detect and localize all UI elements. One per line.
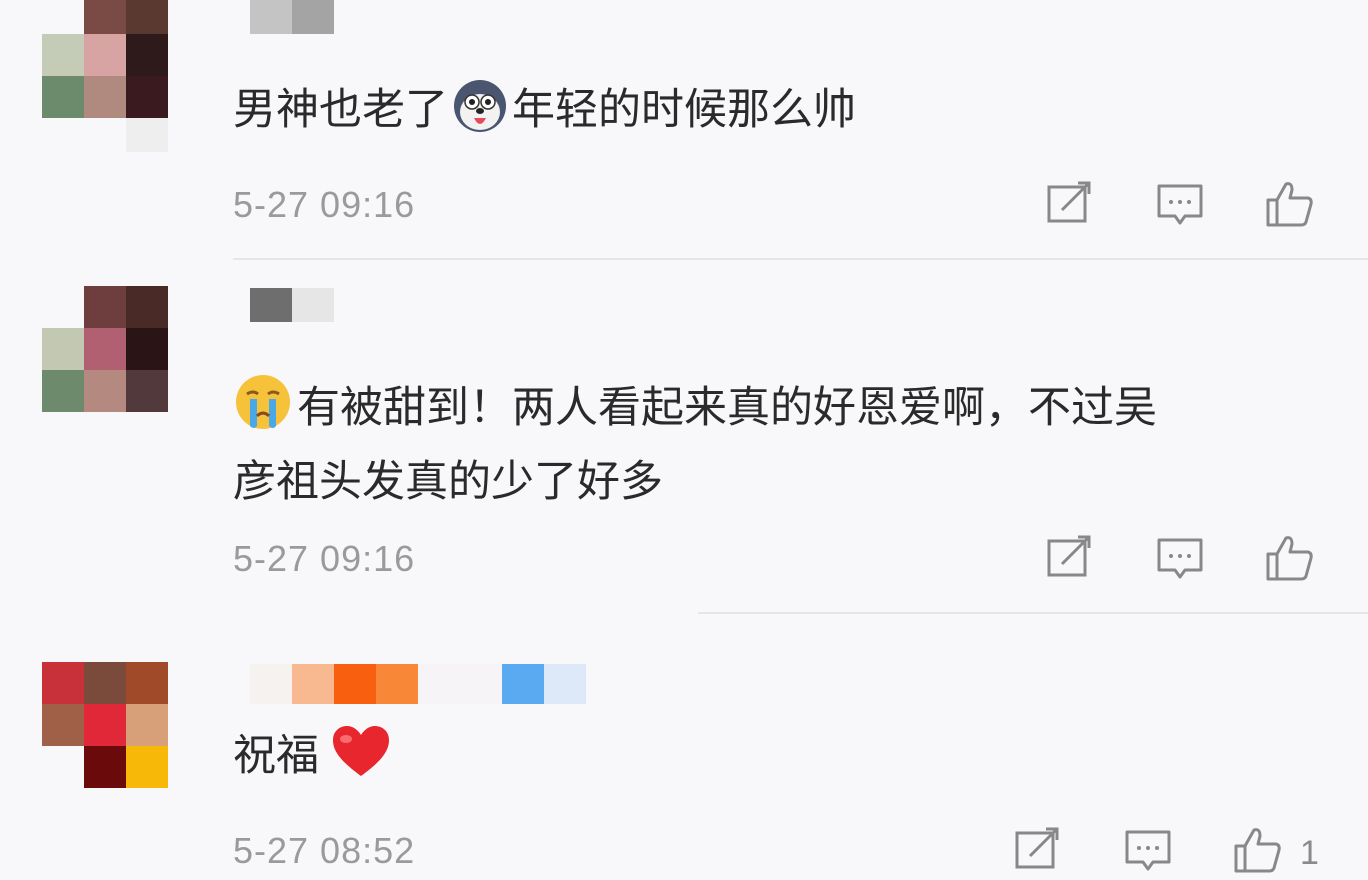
like-count: 1: [1300, 834, 1319, 872]
share-icon: [1047, 181, 1091, 223]
husky-emoji-icon: [452, 78, 508, 152]
comment-icon: [1125, 830, 1171, 871]
share-button[interactable]: [1012, 824, 1064, 876]
divider: [233, 258, 1368, 260]
comment-item: 祝福 5-27 08:52 1: [0, 660, 1368, 873]
thumbs-up-icon: [1266, 536, 1313, 581]
share-icon: [1047, 535, 1091, 577]
like-button[interactable]: [1264, 532, 1316, 584]
share-button[interactable]: [1044, 178, 1096, 230]
comment-item: 男神也老了 年轻的时候那么帅 5-27 09:16: [0, 0, 1368, 260]
reply-button[interactable]: [1154, 532, 1206, 584]
comment-text-part: 男神也老了: [233, 85, 448, 135]
share-icon: [1015, 827, 1059, 869]
comment-item: 有被甜到！两人看起来真的好恩爱啊，不过吴 彦祖头发真的少了好多 5-27 09:…: [0, 284, 1368, 614]
comment-text: 祝福: [233, 724, 1333, 798]
avatar[interactable]: [42, 662, 168, 788]
comment-text-part: 祝福: [233, 731, 319, 781]
comment-text-part: 年轻的时候那么帅: [512, 85, 856, 135]
timestamp: 5-27 09:16: [233, 184, 416, 225]
comment-text-line: 彦祖头发真的少了好多: [233, 457, 663, 507]
comment-actions: [1040, 532, 1340, 588]
share-button[interactable]: [1044, 532, 1096, 584]
avatar[interactable]: [42, 0, 168, 152]
like-button[interactable]: [1264, 178, 1316, 230]
thumbs-up-icon: [1266, 182, 1313, 227]
like-button[interactable]: [1232, 824, 1284, 876]
comment-actions: [1040, 178, 1340, 234]
comment-icon: [1157, 538, 1203, 579]
red-heart-icon: [331, 724, 391, 798]
divider: [698, 612, 1368, 614]
comment-text: 男神也老了 年轻的时候那么帅: [233, 78, 1333, 152]
reply-button[interactable]: [1122, 824, 1174, 876]
avatar[interactable]: [42, 286, 168, 412]
reply-button[interactable]: [1154, 178, 1206, 230]
timestamp: 5-27 09:16: [233, 538, 416, 579]
timestamp: 5-27 08:52: [233, 830, 416, 871]
comment-text-line: 有被甜到！两人看起来真的好恩爱啊，不过吴: [297, 383, 1157, 433]
comment-icon: [1157, 184, 1203, 225]
crying-face-icon: [233, 372, 293, 450]
thumbs-up-icon: [1234, 828, 1281, 873]
comment-text: 有被甜到！两人看起来真的好恩爱啊，不过吴 彦祖头发真的少了好多: [233, 372, 1333, 514]
